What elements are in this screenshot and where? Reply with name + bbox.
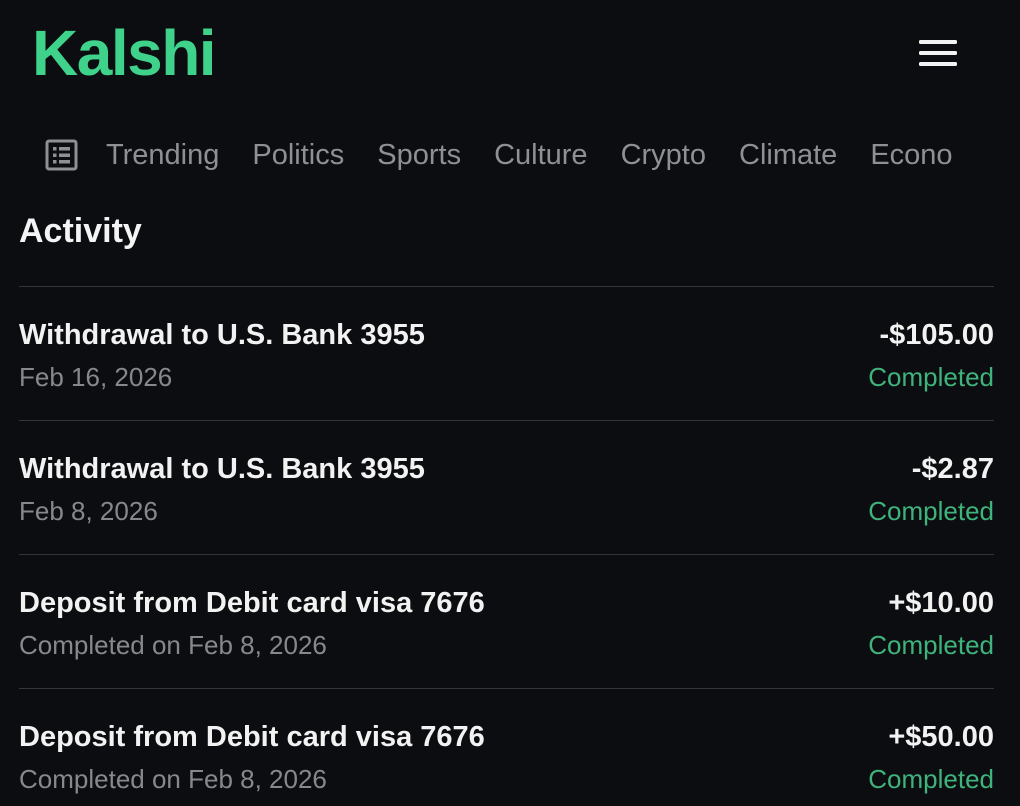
activity-item-amount: -$2.87 — [911, 453, 994, 485]
list-view-icon — [45, 139, 78, 171]
activity-item-date: Completed on Feb 8, 2026 — [19, 630, 327, 660]
activity-heading: Activity — [19, 212, 142, 250]
kalshi-logo[interactable]: Kalshi — [32, 14, 217, 92]
hamburger-menu-button[interactable] — [906, 30, 970, 76]
activity-item-date: Completed on Feb 8, 2026 — [19, 764, 327, 794]
top-header: Kalshi — [0, 0, 1020, 112]
activity-item[interactable]: Withdrawal to U.S. Bank 3955 Feb 8, 2026… — [19, 420, 994, 554]
category-tab-culture[interactable]: Culture — [494, 122, 588, 188]
activity-page: Kalshi Trending Politics Sports Culture … — [0, 0, 1020, 806]
category-nav: Trending Politics Sports Culture Crypto … — [0, 122, 1020, 188]
activity-item-title: Withdrawal to U.S. Bank 3955 — [19, 319, 425, 351]
activity-item-status: Completed — [868, 362, 994, 392]
activity-item-status: Completed — [868, 496, 994, 526]
list-view-button[interactable] — [44, 138, 80, 172]
activity-item[interactable]: Withdrawal to U.S. Bank 3955 Feb 16, 202… — [19, 286, 994, 420]
activity-item[interactable]: Deposit from Debit card visa 7676 Comple… — [19, 554, 994, 688]
activity-item-status: Completed — [868, 630, 994, 660]
category-list: Trending Politics Sports Culture Crypto … — [106, 122, 986, 188]
activity-list: Withdrawal to U.S. Bank 3955 Feb 16, 202… — [19, 286, 994, 806]
activity-item-date: Feb 16, 2026 — [19, 362, 173, 392]
activity-item-status: Completed — [868, 764, 994, 794]
activity-item-title: Deposit from Debit card visa 7676 — [19, 721, 485, 753]
activity-item[interactable]: Deposit from Debit card visa 7676 Comple… — [19, 688, 994, 806]
category-tab-crypto[interactable]: Crypto — [621, 122, 706, 188]
activity-item-date: Feb 8, 2026 — [19, 496, 158, 526]
activity-item-title: Deposit from Debit card visa 7676 — [19, 587, 485, 619]
category-tab-sports[interactable]: Sports — [377, 122, 461, 188]
activity-item-amount: +$50.00 — [888, 721, 994, 753]
activity-item-amount: +$10.00 — [888, 587, 994, 619]
activity-item-amount: -$105.00 — [879, 319, 995, 351]
category-tab-trending[interactable]: Trending — [106, 122, 219, 188]
category-tab-economics[interactable]: Econo — [870, 122, 952, 188]
activity-item-title: Withdrawal to U.S. Bank 3955 — [19, 453, 425, 485]
category-tab-climate[interactable]: Climate — [739, 122, 837, 188]
hamburger-menu-icon — [919, 40, 957, 66]
category-tab-politics[interactable]: Politics — [252, 122, 344, 188]
